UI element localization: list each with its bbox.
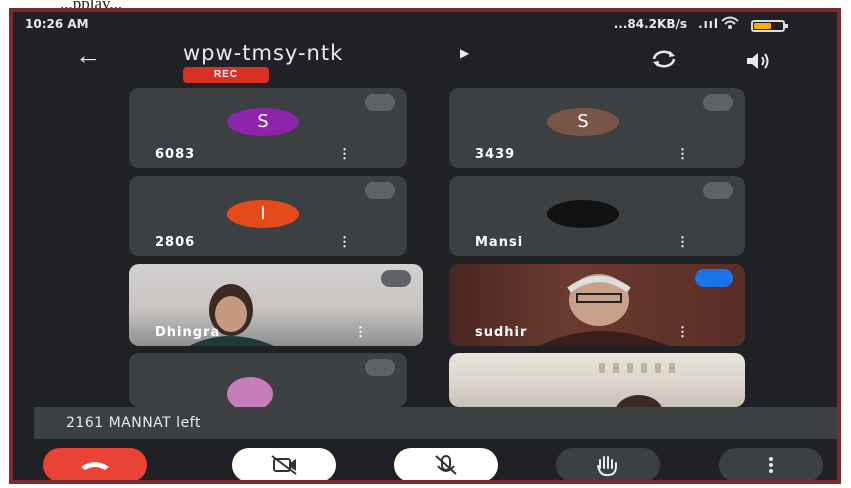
more-vert-icon[interactable]: ⋮: [354, 324, 367, 340]
mic-off-icon: [703, 94, 733, 111]
meet-screen: 10:26 AM ...84.2KB/s .ııl ← wpw-tmsy-ntk…: [13, 12, 837, 480]
more-vert-icon: [769, 457, 773, 473]
participant-tile[interactable]: Mansi ⋮: [449, 176, 745, 256]
mic-toggle-button[interactable]: [394, 448, 498, 480]
participant-name: 6083: [155, 147, 196, 162]
video-feed: [449, 353, 745, 407]
camera-off-icon: [271, 455, 297, 475]
participant-name: 2806: [155, 235, 196, 250]
more-options-button[interactable]: [719, 448, 823, 480]
participant-video-tile[interactable]: sudhir ⋮: [449, 264, 745, 346]
more-vert-icon[interactable]: ⋮: [676, 234, 689, 250]
participant-tile[interactable]: S 3439 ⋮: [449, 88, 745, 168]
speaker-icon[interactable]: [745, 50, 773, 72]
camera-toggle-button[interactable]: [232, 448, 336, 480]
raise-hand-icon: [597, 456, 617, 477]
signal-icon: .ııl: [698, 17, 719, 31]
participant-tile[interactable]: I 2806 ⋮: [129, 176, 407, 256]
rec-badge: REC: [183, 67, 269, 83]
speaking-indicator-icon: [695, 269, 733, 287]
avatar: S: [547, 108, 619, 136]
network-speed: ...84.2KB/s: [613, 17, 687, 31]
mic-off-icon: [365, 94, 395, 111]
more-vert-icon[interactable]: ⋮: [338, 146, 351, 162]
mic-off-icon: [365, 182, 395, 199]
mic-off-icon: [703, 182, 733, 199]
status-time: 10:26 AM: [25, 17, 89, 31]
raise-hand-button[interactable]: [556, 448, 660, 480]
switch-camera-icon[interactable]: [651, 48, 677, 70]
participant-name: Mansi: [475, 235, 524, 250]
mic-off-icon: [381, 270, 411, 287]
more-vert-icon[interactable]: ⋮: [676, 146, 689, 162]
end-call-button[interactable]: [43, 448, 147, 480]
end-call-icon: [81, 462, 109, 470]
participant-name: sudhir: [475, 325, 528, 340]
meeting-code[interactable]: wpw-tmsy-ntk: [183, 41, 343, 65]
participant-tile[interactable]: [129, 353, 407, 407]
avatar: I: [227, 200, 299, 228]
more-vert-icon[interactable]: ⋮: [338, 234, 351, 250]
battery-icon: [751, 20, 788, 32]
avatar: [227, 377, 273, 407]
toast-message: 2161 MANNAT left: [34, 407, 837, 439]
battery-fill: [754, 23, 771, 29]
participant-name: 3439: [475, 147, 516, 162]
avatar: S: [227, 108, 299, 136]
avatar: [547, 200, 619, 228]
wifi-icon: [721, 15, 739, 34]
participant-video-tile[interactable]: Dhingra ⋮: [129, 264, 423, 346]
status-bar: 10:26 AM ...84.2KB/s .ııl: [13, 12, 837, 38]
back-arrow-icon[interactable]: ←: [75, 42, 101, 68]
phone-frame: 10:26 AM ...84.2KB/s .ııl ← wpw-tmsy-ntk…: [9, 8, 841, 484]
participant-tile[interactable]: S 6083 ⋮: [129, 88, 407, 168]
participant-name: Dhingra: [155, 325, 221, 340]
more-vert-icon[interactable]: ⋮: [676, 324, 689, 340]
mic-off-icon: [365, 359, 395, 376]
participant-video-tile[interactable]: [449, 353, 745, 407]
mic-off-icon: [435, 455, 457, 475]
meeting-info-arrow-icon[interactable]: ▶: [460, 46, 469, 60]
